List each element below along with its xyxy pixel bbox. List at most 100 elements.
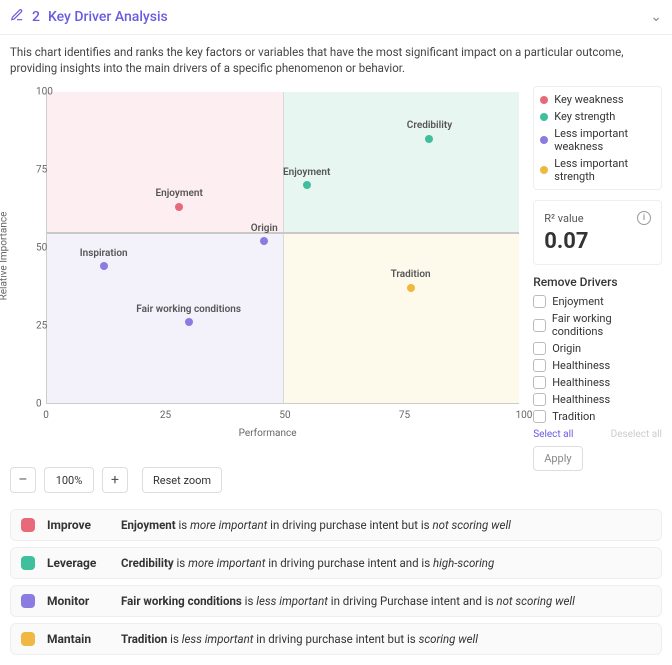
data-point[interactable] <box>407 284 415 292</box>
driver-name: Origin <box>552 342 581 355</box>
r2-label: R² value <box>544 212 583 225</box>
legend: Key weakness Key strength Less important w… <box>533 86 662 190</box>
pencil-icon <box>10 8 24 26</box>
driver-checkbox-row[interactable]: Healthiness <box>533 374 662 391</box>
quadrant-less-strength <box>283 232 519 403</box>
quadrant-key-strength <box>283 92 519 232</box>
x-tick: 25 <box>160 410 171 421</box>
y-tick: 0 <box>36 399 42 410</box>
legend-dot <box>540 166 548 174</box>
driver-name: Healthiness <box>552 393 610 406</box>
legend-dot <box>540 96 548 104</box>
insight-text: Tradition is less important in driving p… <box>121 632 478 646</box>
data-point-label: Origin <box>251 223 278 234</box>
zoom-out-button[interactable]: – <box>10 467 36 493</box>
insight-label: Monitor <box>47 594 109 608</box>
insight-badge <box>21 556 35 570</box>
data-point-label: Enjoyment <box>283 167 330 178</box>
legend-label: Less important weakness <box>554 127 655 153</box>
data-point[interactable] <box>100 262 108 270</box>
y-tick: 50 <box>36 243 47 254</box>
data-point-label: Inspiration <box>80 248 128 259</box>
data-point[interactable] <box>303 181 311 189</box>
vertical-divider <box>283 92 284 403</box>
y-tick: 75 <box>36 165 47 176</box>
legend-item: Less important strength <box>540 155 655 185</box>
chevron-down-icon[interactable]: ⌄ <box>650 9 662 25</box>
r2-value: 0.07 <box>544 229 651 254</box>
insight-text: Enjoyment is more important in driving p… <box>121 518 511 532</box>
select-all-link[interactable]: Select all <box>533 429 573 440</box>
data-point[interactable] <box>175 203 183 211</box>
insight-row: Improve Enjoyment is more important in dr… <box>10 509 662 541</box>
remove-drivers-panel: Remove Drivers Enjoyment Fair working con… <box>533 275 662 471</box>
driver-checkbox-row[interactable]: Fair working conditions <box>533 310 662 340</box>
y-tick: 25 <box>36 321 47 332</box>
driver-checkbox-row[interactable]: Enjoyment <box>533 293 662 310</box>
driver-name: Tradition <box>552 410 595 423</box>
x-tick: 50 <box>279 410 290 421</box>
legend-dot <box>540 136 548 144</box>
remove-drivers-title: Remove Drivers <box>533 275 662 289</box>
insight-text: Fair working conditions is less importan… <box>121 594 575 608</box>
x-tick: 75 <box>399 410 410 421</box>
data-point-label: Tradition <box>391 269 431 280</box>
x-tick: 0 <box>43 410 49 421</box>
section-header[interactable]: 2 Key Driver Analysis ⌄ <box>0 0 672 35</box>
legend-label: Key strength <box>554 110 615 123</box>
info-icon[interactable]: i <box>637 211 651 225</box>
legend-dot <box>540 113 548 121</box>
data-point[interactable] <box>260 237 268 245</box>
data-point-label: Fair working conditions <box>136 304 241 315</box>
x-tick: 100 <box>516 410 533 421</box>
zoom-in-button[interactable]: + <box>102 467 128 493</box>
insight-label: Improve <box>47 518 109 532</box>
insight-badge <box>21 594 35 608</box>
insight-badge <box>21 518 35 532</box>
driver-name: Healthiness <box>552 359 610 372</box>
legend-item: Key strength <box>540 108 655 125</box>
insight-row: Leverage Credibility is more important in… <box>10 547 662 579</box>
data-point-label: Credibility <box>407 120 452 131</box>
checkbox[interactable] <box>533 376 546 389</box>
insight-row: Monitor Fair working conditions is less i… <box>10 585 662 617</box>
data-point-label: Enjoyment <box>156 188 203 199</box>
driver-name: Enjoyment <box>552 295 604 308</box>
horizontal-divider <box>47 232 519 234</box>
data-point[interactable] <box>425 135 433 143</box>
legend-item: Key weakness <box>540 91 655 108</box>
checkbox[interactable] <box>533 319 546 332</box>
x-axis-label: Performance <box>10 428 525 439</box>
section-description: This chart identifies and ranks the key … <box>0 35 672 86</box>
insight-label: Leverage <box>47 556 109 570</box>
data-point[interactable] <box>185 318 193 326</box>
insight-label: Mantain <box>47 632 109 646</box>
driver-checkbox-row[interactable]: Origin <box>533 340 662 357</box>
checkbox[interactable] <box>533 342 546 355</box>
zoom-value[interactable]: 100% <box>44 467 94 493</box>
legend-item: Less important weakness <box>540 125 655 155</box>
insight-badge <box>21 632 35 646</box>
driver-chart[interactable]: Relative Importance EnjoymentCredibility… <box>10 86 525 426</box>
y-axis-label: Relative Importance <box>0 212 10 301</box>
driver-name: Healthiness <box>552 376 610 389</box>
quadrant-key-weakness <box>47 92 283 232</box>
y-tick: 100 <box>36 87 53 98</box>
driver-checkbox-row[interactable]: Tradition <box>533 408 662 425</box>
insight-row: Mantain Tradition is less important in dr… <box>10 623 662 655</box>
legend-label: Less important strength <box>554 157 655 183</box>
reset-zoom-button[interactable]: Reset zoom <box>142 467 222 493</box>
section-title: Key Driver Analysis <box>48 9 168 25</box>
deselect-all-link: Deselect all <box>611 429 662 440</box>
checkbox[interactable] <box>533 393 546 406</box>
insight-text: Credibility is more important in driving… <box>121 556 494 570</box>
driver-checkbox-row[interactable]: Healthiness <box>533 391 662 408</box>
legend-label: Key weakness <box>554 93 623 106</box>
checkbox[interactable] <box>533 295 546 308</box>
apply-button[interactable]: Apply <box>533 446 582 471</box>
r-squared-box: R² value i 0.07 <box>533 200 662 265</box>
checkbox[interactable] <box>533 410 546 423</box>
driver-checkbox-row[interactable]: Healthiness <box>533 357 662 374</box>
checkbox[interactable] <box>533 359 546 372</box>
driver-name: Fair working conditions <box>552 312 662 338</box>
